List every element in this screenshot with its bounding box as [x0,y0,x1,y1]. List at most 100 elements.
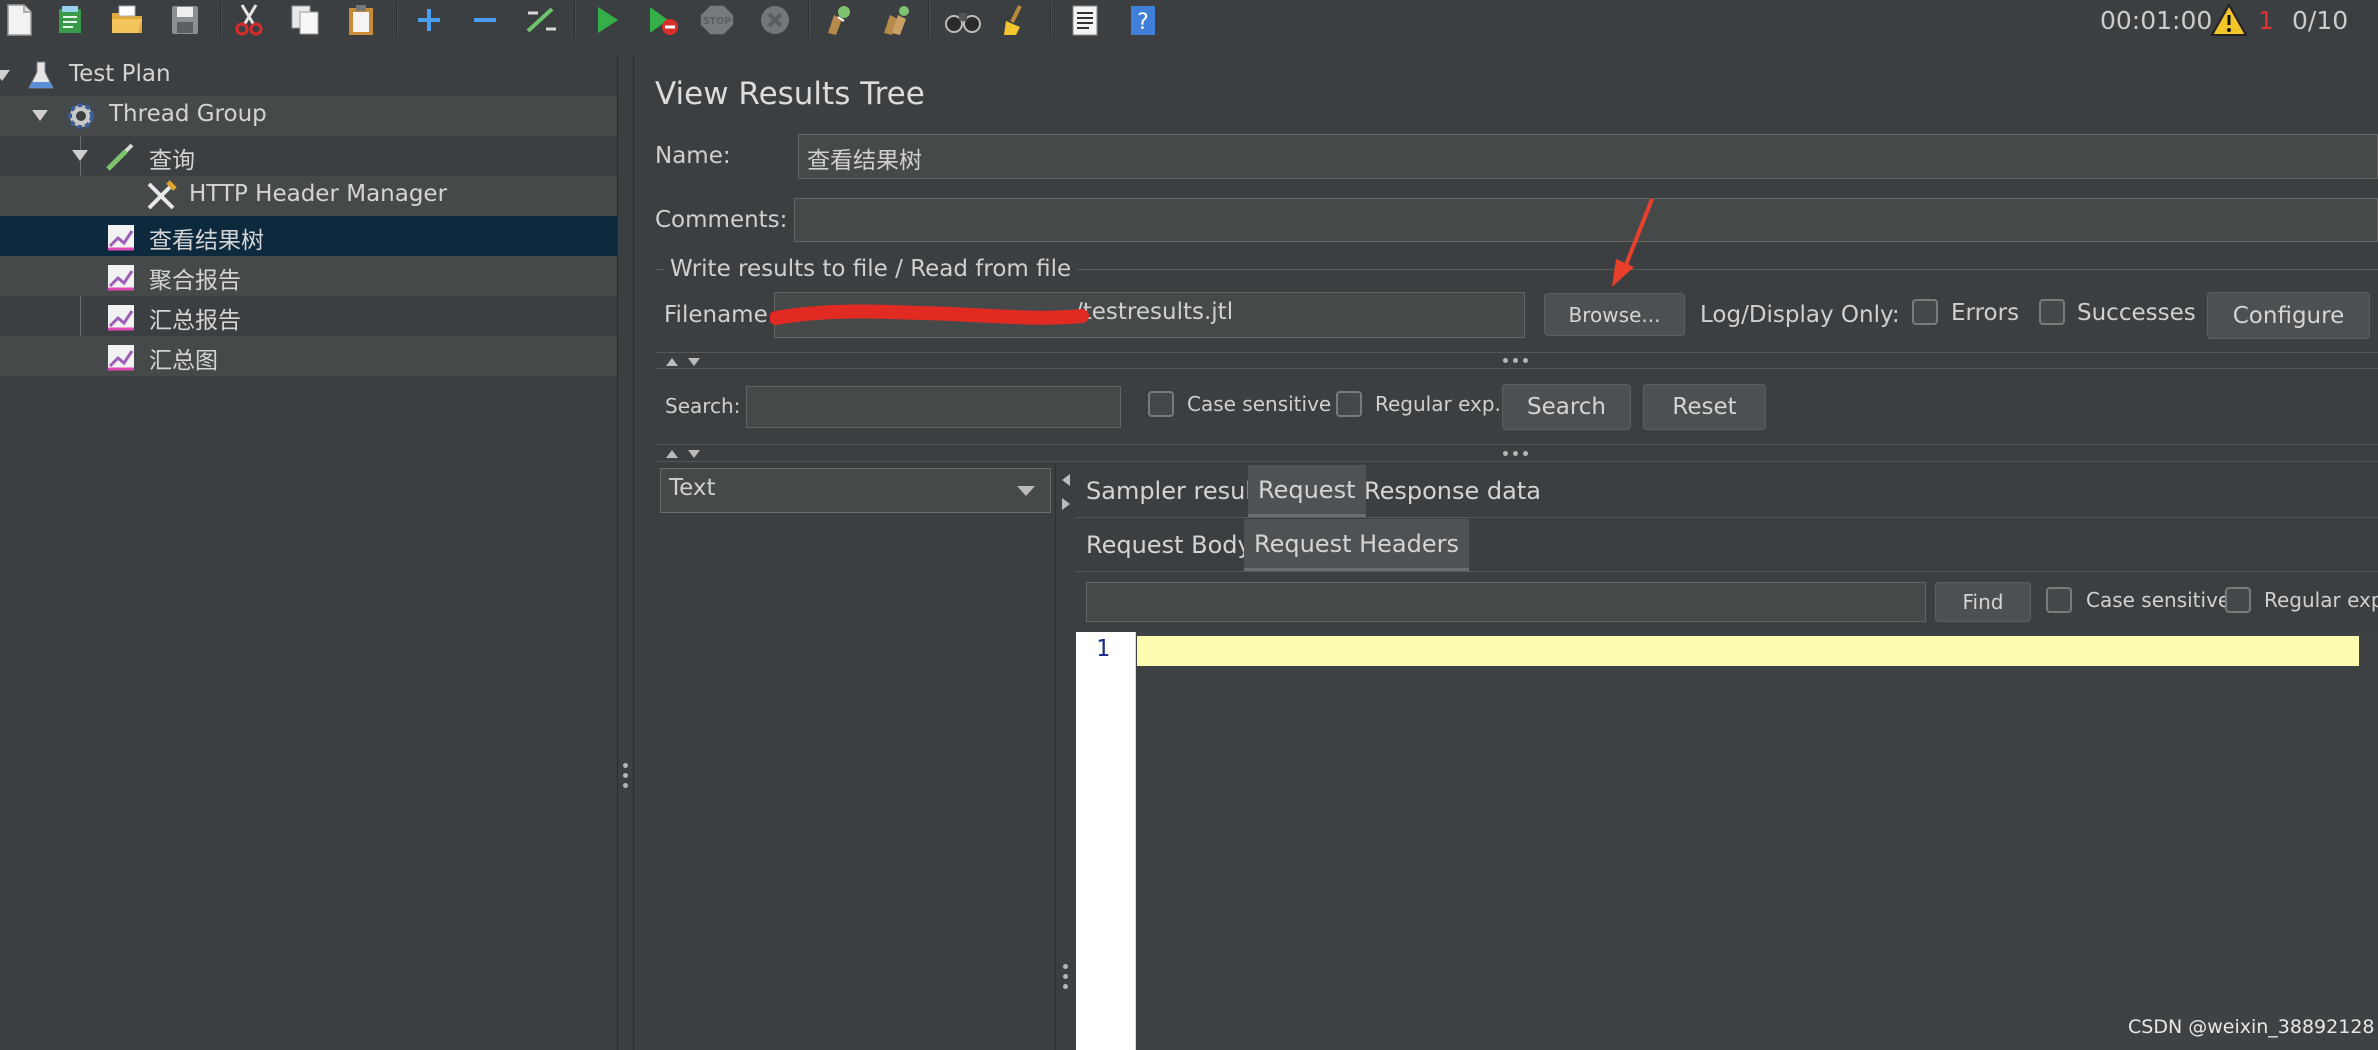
warning-count: 1 [2258,6,2274,35]
search-button[interactable]: Search [1502,384,1631,430]
results-splitter[interactable] [1056,462,1075,1050]
splitter-arrows-icon[interactable] [1060,472,1072,512]
configure-button[interactable]: Configure [2207,292,2370,339]
regular-exp-label: Regular exp. [1375,392,1501,416]
headers-editor[interactable] [1137,632,2378,1050]
log-display-label: Log/Display Only: [1700,302,1900,328]
expand-all-icon[interactable] [410,0,448,40]
filename-label: Filename [664,302,768,328]
tree-item-label: 查看结果树 [149,228,264,254]
tree-item-thread-group[interactable]: Thread Group [0,96,617,136]
graph-icon [104,339,138,373]
paste-icon[interactable] [342,0,380,40]
panel-splitter[interactable] [617,56,634,1050]
svg-text:?: ? [1137,10,1149,35]
splitter-grip [1063,974,1068,979]
save-icon[interactable] [166,0,204,40]
start-icon[interactable] [588,0,626,40]
search-binoculars-icon[interactable] [944,0,982,40]
tab-sampler-result[interactable]: Sampler result [1076,465,1271,517]
find-case-sensitive-checkbox[interactable] [2046,587,2072,613]
successes-checkbox[interactable] [2039,299,2065,325]
find-regular-exp-checkbox[interactable] [2225,587,2251,613]
tree-item-label: 汇总图 [149,348,218,374]
chevron-down-icon [1017,486,1035,496]
reset-search-icon[interactable] [998,0,1036,40]
toolbar-separator [220,2,222,36]
annotation-arrow [1612,198,1654,287]
find-button[interactable]: Find [1935,582,2031,622]
tab-request-body[interactable]: Request Body [1076,519,1262,571]
cut-icon[interactable] [230,0,268,40]
function-helper-icon[interactable] [1066,0,1104,40]
flask-icon [24,59,58,93]
tree-item-summary-report[interactable]: 汇总报告 [0,296,617,336]
toolbar-separator [808,2,810,36]
expand-caret[interactable] [32,110,48,121]
tree-item-label: 汇总报告 [149,308,241,334]
tree-item-label: HTTP Header Manager [189,181,448,207]
find-input[interactable] [1086,582,1926,622]
comments-field[interactable] [794,198,2378,242]
toolbar-separator [1050,2,1052,36]
elapsed-timer: 00:01:00 [2100,6,2213,35]
divider [656,368,2378,369]
name-label: Name: [655,143,731,169]
start-no-pauses-icon[interactable] [644,0,682,40]
tree-item-http-header-manager[interactable]: HTTP Header Manager [0,176,617,216]
clear-icon[interactable] [818,0,856,40]
reset-button[interactable]: Reset [1643,384,1766,430]
tree-item-aggregate-report[interactable]: 聚合报告 [0,256,617,296]
graph-icon [104,259,138,293]
watermark: CSDN @weixin_38892128 [2128,1016,2375,1038]
divider-grip [1513,358,1518,363]
tree-item-label: 聚合报告 [149,268,241,294]
tools-icon [144,179,178,213]
renderer-select-value: Text [669,475,716,501]
clear-all-icon[interactable] [876,0,914,40]
warning-icon[interactable] [2210,0,2248,40]
tree-item-summary-graph[interactable]: 汇总图 [0,336,617,376]
line-number-gutter [1076,632,1136,1050]
successes-label: Successes [2077,300,2196,326]
name-field[interactable]: 查看结果树 [798,134,2378,179]
graph-icon [104,299,138,333]
open-folder-icon[interactable] [108,0,146,40]
errors-checkbox[interactable] [1912,299,1938,325]
tab-underline [1076,571,2378,572]
find-regular-exp-label: Regular exp. [2264,588,2378,612]
search-input[interactable] [746,386,1121,428]
collapse-all-icon[interactable] [466,0,504,40]
collapse-arrows-icon[interactable] [664,448,704,460]
templates-icon[interactable] [52,0,90,40]
new-file-icon[interactable] [0,0,38,40]
tree-item-test-plan[interactable]: Test Plan [0,56,617,96]
stop-label: STOP [703,16,731,27]
tree-item-view-results-tree[interactable]: 查看结果树 [0,216,617,256]
tree-item-label: 查询 [149,148,195,174]
splitter-grip [1063,984,1068,989]
browse-button[interactable]: Browse... [1544,293,1685,336]
copy-icon[interactable] [286,0,324,40]
renderer-select[interactable]: Text [660,468,1051,513]
toolbar-separator [928,2,930,36]
shutdown-icon[interactable] [756,0,794,40]
collapse-arrows-icon[interactable] [664,356,704,368]
stop-icon[interactable]: STOP [698,0,736,40]
tab-request[interactable]: Request [1248,465,1366,517]
divider [656,444,2378,445]
splitter-grip [623,783,628,788]
tree-item-query-sampler[interactable]: 查询 [0,136,617,176]
splitter-grip [1063,964,1068,969]
case-sensitive-checkbox[interactable] [1148,391,1174,417]
tab-request-headers[interactable]: Request Headers [1244,519,1470,571]
tab-response-data[interactable]: Response data [1354,465,1551,517]
test-plan-tree: Test Plan Thread Group 查询 HTTP Header Ma… [0,56,617,1050]
active-threads: 0/10 [2292,6,2349,35]
expand-caret[interactable] [72,150,88,161]
help-icon[interactable]: ? [1124,0,1162,40]
expand-caret[interactable] [0,70,10,81]
regular-exp-checkbox[interactable] [1336,391,1362,417]
divider [656,352,2378,353]
toggle-icon[interactable] [522,0,560,40]
